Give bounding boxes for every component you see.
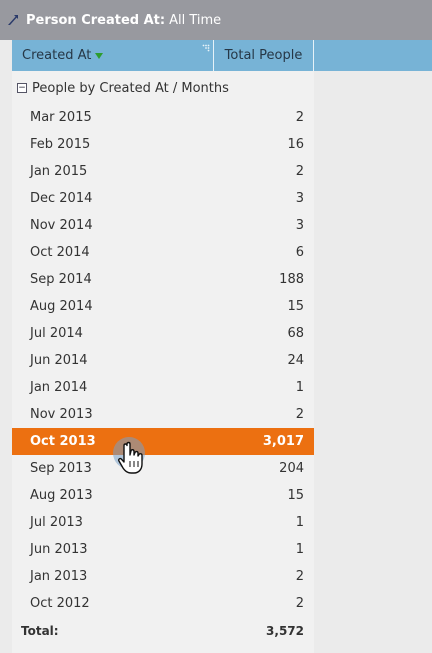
column-resize-icon[interactable] <box>201 42 210 57</box>
table-row[interactable]: Sep 2014 188 <box>12 266 314 293</box>
column-header-total-people-label: Total People <box>224 48 303 63</box>
total-row: Total: 3,572 <box>12 617 314 644</box>
title-value[interactable]: All Time <box>169 13 221 28</box>
empty-grid-area <box>314 71 432 653</box>
row-month: Oct 2012 <box>30 596 90 611</box>
table-row[interactable]: Mar 2015 2 <box>12 104 314 131</box>
table-row[interactable]: Jun 2014 24 <box>12 347 314 374</box>
row-month: Jun 2013 <box>30 542 88 557</box>
group-label: People by Created At / Months <box>32 80 229 96</box>
row-month: Nov 2013 <box>30 407 93 422</box>
table-row[interactable]: Jun 2013 1 <box>12 536 314 563</box>
row-month: Nov 2014 <box>30 218 93 233</box>
row-month: Jul 2013 <box>30 515 83 530</box>
sort-descending-icon[interactable] <box>95 52 104 60</box>
table-row[interactable]: Oct 2012 2 <box>12 590 314 617</box>
row-total: 2 <box>295 164 304 179</box>
row-month: Jun 2014 <box>30 353 88 368</box>
row-month: Aug 2014 <box>30 299 93 314</box>
arrow-pointer-icon <box>6 13 20 27</box>
table-row[interactable]: Oct 2014 6 <box>12 239 314 266</box>
row-total: 6 <box>295 245 304 260</box>
data-grid-body: − People by Created At / Months Mar 2015… <box>12 71 314 653</box>
row-total: 2 <box>295 407 304 422</box>
row-month: Jul 2014 <box>30 326 83 341</box>
grid-header: Created At Total People <box>12 40 432 71</box>
table-row[interactable]: Jan 2013 2 <box>12 563 314 590</box>
row-total: 2 <box>295 569 304 584</box>
collapse-minus-icon[interactable]: − <box>17 83 27 93</box>
row-month: Jan 2013 <box>30 569 88 584</box>
row-total: 1 <box>295 380 304 395</box>
table-row[interactable]: Aug 2014 15 <box>12 293 314 320</box>
row-month: Sep 2014 <box>30 272 92 287</box>
row-month: Jan 2015 <box>30 164 88 179</box>
row-month: Feb 2015 <box>30 137 91 152</box>
title-label: Person Created At: <box>26 12 166 28</box>
table-row[interactable]: Aug 2013 15 <box>12 482 314 509</box>
table-row[interactable]: Jan 2014 1 <box>12 374 314 401</box>
table-row[interactable]: Jan 2015 2 <box>12 158 314 185</box>
row-month: Aug 2013 <box>30 488 93 503</box>
column-header-total-people[interactable]: Total People <box>214 40 314 71</box>
row-month: Jan 2014 <box>30 380 88 395</box>
row-total: 15 <box>287 488 304 503</box>
table-row[interactable]: Feb 2015 16 <box>12 131 314 158</box>
hand-pointer-icon <box>108 436 154 482</box>
row-month: Sep 2013 <box>30 461 92 476</box>
row-total: 3 <box>295 191 304 206</box>
row-total: 16 <box>287 137 304 152</box>
table-row[interactable]: Dec 2014 3 <box>12 185 314 212</box>
row-total: 2 <box>295 596 304 611</box>
row-total: 1 <box>295 515 304 530</box>
row-month: Oct 2014 <box>30 245 90 260</box>
total-value: 3,572 <box>266 623 304 638</box>
row-total: 1 <box>295 542 304 557</box>
row-total: 24 <box>287 353 304 368</box>
row-total: 3,017 <box>262 434 304 449</box>
row-total: 188 <box>279 272 304 287</box>
group-header-row[interactable]: − People by Created At / Months <box>12 76 229 100</box>
row-total: 15 <box>287 299 304 314</box>
column-header-created-at-label: Created At <box>22 48 92 63</box>
table-row[interactable]: Jul 2014 68 <box>12 320 314 347</box>
table-row-selected[interactable]: Oct 2013 3,017 <box>12 428 314 455</box>
table-row[interactable]: Nov 2013 2 <box>12 401 314 428</box>
total-label: Total: <box>21 623 59 638</box>
row-total: 2 <box>295 110 304 125</box>
table-row[interactable]: Jul 2013 1 <box>12 509 314 536</box>
report-title-bar: Person Created At: All Time <box>0 0 432 40</box>
row-total: 3 <box>295 218 304 233</box>
column-header-created-at[interactable]: Created At <box>12 40 214 71</box>
row-total: 68 <box>287 326 304 341</box>
table-row[interactable]: Nov 2014 3 <box>12 212 314 239</box>
row-month: Dec 2014 <box>30 191 93 206</box>
row-total: 204 <box>279 461 304 476</box>
table-row[interactable]: Sep 2013 204 <box>12 455 314 482</box>
row-month: Mar 2015 <box>30 110 92 125</box>
row-month: Oct 2013 <box>30 434 96 449</box>
